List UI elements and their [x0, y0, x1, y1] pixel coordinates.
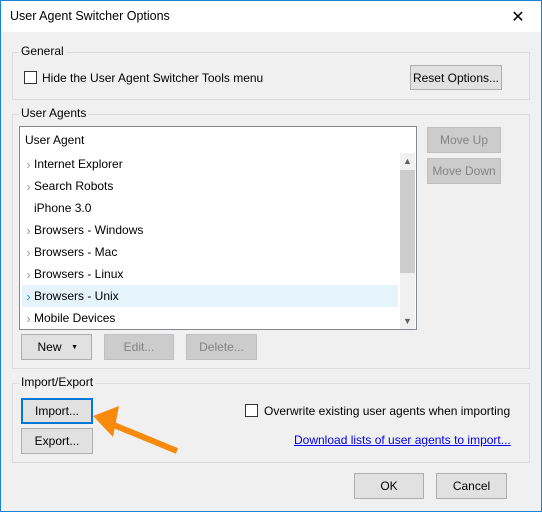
expand-chevron-icon[interactable]: › [23, 245, 34, 260]
edit-button[interactable]: Edit... [104, 334, 174, 360]
tree-item[interactable]: › Browsers - Mac [22, 241, 398, 263]
move-down-button[interactable]: Move Down [427, 158, 501, 184]
arrow-head [93, 406, 119, 437]
scroll-up-arrow-icon[interactable]: ▲ [400, 153, 415, 169]
tree-item-label: Mobile Devices [34, 311, 116, 325]
tree-item[interactable]: › Search Robots [22, 175, 398, 197]
new-button-label: New [37, 340, 62, 354]
ok-button[interactable]: OK [354, 473, 424, 499]
scrollbar-thumb[interactable] [400, 170, 415, 273]
close-button[interactable]: ✕ [495, 1, 541, 32]
hide-menu-label: Hide the User Agent Switcher Tools menu [42, 71, 264, 85]
expand-chevron-icon[interactable]: › [23, 179, 34, 194]
move-up-button[interactable]: Move Up [427, 127, 501, 153]
column-header-user-agent[interactable]: User Agent [25, 133, 84, 147]
cancel-button[interactable]: Cancel [436, 473, 507, 499]
tree-item[interactable]: › Internet Explorer [22, 153, 398, 175]
tree-item-label: Browsers - Unix [34, 289, 119, 303]
import-button[interactable]: Import... [21, 398, 93, 424]
reset-options-button[interactable]: Reset Options... [410, 65, 502, 90]
tree-item[interactable]: › Browsers - Linux [22, 263, 398, 285]
tree-rows: › Internet Explorer › Search Robots iPhone 3… [22, 153, 398, 329]
tree-item[interactable]: › Browsers - Windows [22, 219, 398, 241]
arrow-shaft [107, 420, 179, 454]
scroll-down-arrow-icon[interactable]: ▼ [400, 313, 415, 329]
tree-item[interactable]: › Mobile Devices [22, 307, 398, 329]
general-group-label: General [19, 44, 66, 58]
title-bar: User Agent Switcher Options ✕ [1, 1, 541, 32]
expand-chevron-icon[interactable]: › [23, 157, 34, 172]
user-agents-group-label: User Agents [19, 106, 89, 120]
close-icon: ✕ [511, 8, 525, 26]
dialog-window: User Agent Switcher Options ✕ General Hi… [0, 0, 542, 512]
delete-button[interactable]: Delete... [186, 334, 257, 360]
tree-item[interactable]: › Browsers - Unix [22, 285, 398, 307]
import-export-group-label: Import/Export [19, 375, 96, 389]
hide-menu-checkbox[interactable] [24, 71, 37, 84]
overwrite-label: Overwrite existing user agents when impo… [264, 404, 511, 418]
overwrite-checkbox[interactable] [245, 404, 258, 417]
expand-chevron-icon[interactable]: › [23, 267, 34, 282]
tree-item-label: Search Robots [34, 179, 114, 193]
vertical-scrollbar[interactable]: ▲ ▼ [400, 153, 415, 329]
tree-item[interactable]: iPhone 3.0 [22, 197, 398, 219]
download-lists-link[interactable]: Download lists of user agents to import.… [294, 433, 511, 447]
window-title: User Agent Switcher Options [10, 9, 170, 23]
export-button[interactable]: Export... [21, 428, 93, 454]
dropdown-arrow-icon: ▼ [71, 343, 78, 351]
tree-item-label: iPhone 3.0 [34, 201, 92, 215]
expand-chevron-icon[interactable]: › [23, 223, 34, 238]
expand-chevron-icon[interactable]: › [23, 311, 34, 326]
tree-item-label: Internet Explorer [34, 157, 123, 171]
tree-item-label: Browsers - Windows [34, 223, 144, 237]
new-button[interactable]: New ▼ [21, 334, 92, 360]
expand-chevron-icon[interactable]: › [23, 289, 34, 304]
annotation-arrow-icon [93, 406, 179, 454]
user-agent-tree[interactable]: User Agent › Internet Explorer › Search Rob… [19, 126, 417, 330]
tree-item-label: Browsers - Mac [34, 245, 118, 259]
tree-item-label: Browsers - Linux [34, 267, 124, 281]
